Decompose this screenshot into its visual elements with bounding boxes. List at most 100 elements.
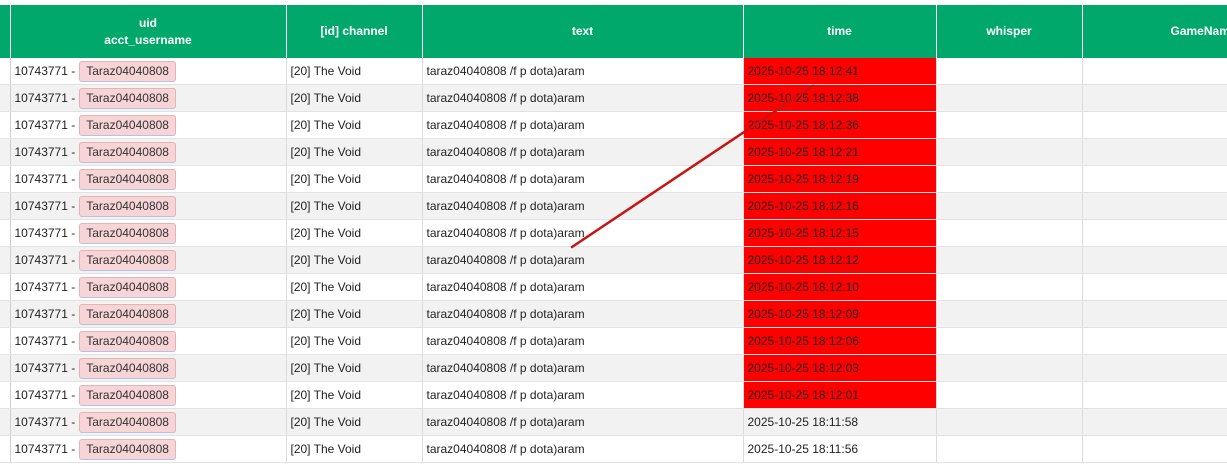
column-header-gamename[interactable]: GameNam (1082, 5, 1227, 58)
username-chip[interactable]: Taraz04040808 (79, 330, 176, 352)
cell-text: taraz04040808 /f p dota)aram (422, 165, 744, 193)
row-gutter (0, 111, 11, 139)
table-row[interactable]: 10743771 - Taraz04040808 [20] The Void tara… (0, 354, 1227, 382)
table-row[interactable]: 10743771 - Taraz04040808 [20] The Void tara… (0, 192, 1227, 220)
cell-whisper (936, 435, 1083, 463)
username-chip[interactable]: Taraz04040808 (79, 87, 176, 109)
cell-time: 2025-10-25 18:11:56 (743, 435, 937, 463)
uid-value: 10743771 - (14, 360, 76, 375)
column-header-time[interactable]: time (743, 5, 937, 58)
cell-time: 2025-10-25 18:12:12 (743, 246, 937, 274)
username-chip[interactable]: Taraz04040808 (79, 195, 176, 217)
table-row[interactable]: 10743771 - Taraz04040808 [20] The Void tara… (0, 58, 1227, 85)
table-row[interactable]: 10743771 - Taraz04040808 [20] The Void tara… (0, 408, 1227, 436)
cell-channel: [20] The Void (286, 58, 423, 85)
uid-value: 10743771 - (14, 90, 76, 105)
table-row[interactable]: 10743771 - Taraz04040808 [20] The Void tara… (0, 138, 1227, 166)
cell-channel: [20] The Void (286, 111, 423, 139)
uid-value: 10743771 - (14, 333, 76, 348)
row-gutter-header (0, 5, 11, 58)
cell-channel: [20] The Void (286, 408, 423, 436)
cell-whisper (936, 408, 1083, 436)
table-row[interactable]: 10743771 - Taraz04040808 [20] The Void tara… (0, 84, 1227, 112)
table-row[interactable]: 10743771 - Taraz04040808 [20] The Void tara… (0, 219, 1227, 247)
table-row[interactable]: 10743771 - Taraz04040808 [20] The Void tara… (0, 381, 1227, 409)
cell-uid: 10743771 - Taraz04040808 (10, 381, 287, 409)
cell-channel: [20] The Void (286, 192, 423, 220)
cell-channel: [20] The Void (286, 354, 423, 382)
username-chip[interactable]: Taraz04040808 (79, 411, 176, 433)
username-chip[interactable]: Taraz04040808 (79, 141, 176, 163)
row-gutter (0, 192, 11, 220)
row-gutter (0, 300, 11, 328)
table-body: 10743771 - Taraz04040808 [20] The Void tara… (0, 58, 1227, 463)
cell-text: taraz04040808 /f p dota)aram (422, 273, 744, 301)
cell-uid: 10743771 - Taraz04040808 (10, 354, 287, 382)
cell-whisper (936, 138, 1083, 166)
row-gutter (0, 165, 11, 193)
cell-gamename (1082, 192, 1227, 220)
username-chip[interactable]: Taraz04040808 (79, 384, 176, 406)
table-row[interactable]: 10743771 - Taraz04040808 [20] The Void tara… (0, 165, 1227, 193)
cell-whisper (936, 58, 1083, 85)
column-header-channel[interactable]: [id] channel (286, 5, 423, 58)
cell-whisper (936, 111, 1083, 139)
chat-log-table: uid acct_username [id] channel text time… (0, 5, 1227, 463)
cell-channel: [20] The Void (286, 381, 423, 409)
cell-uid: 10743771 - Taraz04040808 (10, 327, 287, 355)
column-header-text[interactable]: text (422, 5, 744, 58)
cell-text: taraz04040808 /f p dota)aram (422, 246, 744, 274)
username-chip[interactable]: Taraz04040808 (79, 276, 176, 298)
row-gutter (0, 138, 11, 166)
cell-uid: 10743771 - Taraz04040808 (10, 58, 287, 85)
table-header-row: uid acct_username [id] channel text time… (0, 5, 1227, 58)
cell-time: 2025-10-25 18:12:03 (743, 354, 937, 382)
cell-whisper (936, 165, 1083, 193)
uid-value: 10743771 - (14, 198, 76, 213)
table-row[interactable]: 10743771 - Taraz04040808 [20] The Void tara… (0, 273, 1227, 301)
username-chip[interactable]: Taraz04040808 (79, 114, 176, 136)
column-header-uid[interactable]: uid acct_username (10, 5, 287, 58)
row-gutter (0, 84, 11, 112)
username-chip[interactable]: Taraz04040808 (79, 303, 176, 325)
cell-gamename (1082, 354, 1227, 382)
cell-uid: 10743771 - Taraz04040808 (10, 192, 287, 220)
username-chip[interactable]: Taraz04040808 (79, 60, 176, 82)
table-row[interactable]: 10743771 - Taraz04040808 [20] The Void tara… (0, 327, 1227, 355)
column-header-uid-label: uid (139, 15, 157, 30)
cell-uid: 10743771 - Taraz04040808 (10, 300, 287, 328)
cell-whisper (936, 219, 1083, 247)
cell-time: 2025-10-25 18:12:21 (743, 138, 937, 166)
table-row[interactable]: 10743771 - Taraz04040808 [20] The Void tara… (0, 111, 1227, 139)
cell-time: 2025-10-25 18:12:01 (743, 381, 937, 409)
username-chip[interactable]: Taraz04040808 (79, 438, 176, 460)
cell-text: taraz04040808 /f p dota)aram (422, 192, 744, 220)
row-gutter (0, 354, 11, 382)
uid-value: 10743771 - (14, 117, 76, 132)
cell-uid: 10743771 - Taraz04040808 (10, 273, 287, 301)
uid-value: 10743771 - (14, 63, 76, 78)
username-chip[interactable]: Taraz04040808 (79, 222, 176, 244)
cell-time: 2025-10-25 18:12:06 (743, 327, 937, 355)
cell-gamename (1082, 246, 1227, 274)
username-chip[interactable]: Taraz04040808 (79, 249, 176, 271)
uid-value: 10743771 - (14, 387, 76, 402)
uid-value: 10743771 - (14, 414, 76, 429)
username-chip[interactable]: Taraz04040808 (79, 357, 176, 379)
table-row[interactable]: 10743771 - Taraz04040808 [20] The Void tara… (0, 300, 1227, 328)
cell-gamename (1082, 138, 1227, 166)
table-row[interactable]: 10743771 - Taraz04040808 [20] The Void tara… (0, 435, 1227, 463)
cell-gamename (1082, 219, 1227, 247)
row-gutter (0, 58, 11, 85)
table-row[interactable]: 10743771 - Taraz04040808 [20] The Void tara… (0, 246, 1227, 274)
cell-gamename (1082, 408, 1227, 436)
cell-uid: 10743771 - Taraz04040808 (10, 435, 287, 463)
cell-whisper (936, 84, 1083, 112)
column-header-whisper[interactable]: whisper (936, 5, 1083, 58)
username-chip[interactable]: Taraz04040808 (79, 168, 176, 190)
cell-uid: 10743771 - Taraz04040808 (10, 84, 287, 112)
cell-uid: 10743771 - Taraz04040808 (10, 219, 287, 247)
cell-gamename (1082, 381, 1227, 409)
uid-value: 10743771 - (14, 279, 76, 294)
cell-whisper (936, 246, 1083, 274)
